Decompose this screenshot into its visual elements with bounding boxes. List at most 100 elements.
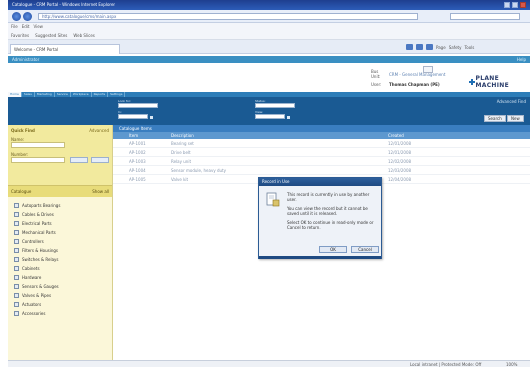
folder-icon bbox=[14, 221, 19, 226]
table-row[interactable]: AP-1003 Relay unit 12/02/2008 bbox=[113, 157, 530, 166]
feeds-icon[interactable] bbox=[416, 44, 423, 50]
list-item[interactable]: Filters & Housings bbox=[14, 246, 106, 255]
folder-icon bbox=[14, 266, 19, 271]
quick-find-title: Quick Find bbox=[11, 128, 35, 133]
bu-label: Bus Unit: bbox=[371, 69, 381, 79]
back-icon[interactable] bbox=[12, 12, 21, 21]
ok-button[interactable]: OK bbox=[319, 246, 347, 253]
page-menu[interactable]: Page bbox=[436, 45, 446, 50]
url-input[interactable]: http://www.catalogue/cms/main.aspx bbox=[38, 13, 418, 20]
table-row[interactable]: AP-1002 Drive belt 12/01/2008 bbox=[113, 148, 530, 157]
dialog-title: Record in Use bbox=[259, 178, 381, 186]
status-bar: Local intranet | Protected Mode: Off 100… bbox=[8, 360, 530, 367]
browser-tab[interactable]: Welcome - CRM Portal bbox=[10, 44, 120, 54]
app-header: Bus Unit: CRM - General Management User:… bbox=[8, 63, 530, 92]
catalogue-section-header[interactable]: Catalogue Show all bbox=[8, 185, 112, 197]
tools-menu[interactable]: Tools bbox=[464, 45, 474, 50]
context-lookup-button[interactable] bbox=[423, 66, 433, 73]
catalogue-section-title: Catalogue bbox=[11, 189, 32, 194]
list-item[interactable]: Accessories bbox=[14, 309, 106, 318]
list-item[interactable]: Hardware bbox=[14, 273, 106, 282]
logo: PLANE MACHINE bbox=[469, 75, 530, 89]
logo-text: PLANE MACHINE bbox=[475, 75, 509, 89]
dialog-footer bbox=[259, 256, 381, 259]
look-for-input[interactable] bbox=[118, 103, 158, 108]
list-item[interactable]: Electrical Parts bbox=[14, 219, 106, 228]
column-header-description[interactable]: Description bbox=[171, 133, 194, 138]
window-controls bbox=[504, 2, 526, 8]
security-zone: Local intranet | Protected Mode: Off bbox=[410, 362, 482, 367]
status-input[interactable] bbox=[255, 103, 295, 108]
safety-menu[interactable]: Safety bbox=[449, 45, 462, 50]
number-input[interactable] bbox=[11, 157, 65, 163]
folder-icon bbox=[14, 203, 19, 208]
command-bar: Page Safety Tools bbox=[406, 44, 474, 50]
browser-tab-bar: Welcome - CRM Portal Page Safety Tools bbox=[8, 40, 530, 54]
menu-bar: File Edit View bbox=[8, 23, 530, 31]
show-all-link[interactable]: Show all bbox=[92, 189, 109, 194]
menu-file[interactable]: File bbox=[11, 23, 18, 31]
user-value: Thomas Chapman (PE) bbox=[389, 82, 440, 87]
table-row[interactable]: AP-1004 Sensor module, heavy duty 12/03/… bbox=[113, 166, 530, 175]
zoom-level[interactable]: 100% bbox=[506, 362, 517, 367]
forward-icon[interactable] bbox=[23, 12, 32, 21]
search-button[interactable]: Search bbox=[484, 115, 506, 122]
help-link[interactable]: Help bbox=[517, 56, 526, 63]
folder-icon bbox=[14, 230, 19, 235]
list-item[interactable]: Sensors & Gauges bbox=[14, 282, 106, 291]
column-header-created[interactable]: Created bbox=[388, 133, 404, 138]
advanced-link[interactable]: Advanced bbox=[89, 128, 109, 133]
list-item[interactable]: Valves & Pipes bbox=[14, 291, 106, 300]
new-button[interactable]: New bbox=[507, 115, 524, 122]
list-item[interactable]: Controllers bbox=[14, 237, 106, 246]
favorites-link[interactable]: Favorites bbox=[11, 31, 29, 39]
record-dialog: Record in Use This record is currently i… bbox=[258, 177, 382, 259]
suggested-sites-link[interactable]: Suggested Sites bbox=[35, 31, 67, 39]
list-item[interactable]: Switches & Relays bbox=[14, 255, 106, 264]
dialog-paragraph: Select OK to continue in read-only mode … bbox=[287, 220, 374, 230]
menu-view[interactable]: View bbox=[33, 23, 43, 31]
print-icon[interactable] bbox=[426, 44, 433, 50]
dialog-paragraph: This record is currently in use by anoth… bbox=[287, 192, 370, 202]
table-row[interactable]: AP-1001 Bearing set 12/01/2008 bbox=[113, 139, 530, 148]
minimize-icon[interactable] bbox=[504, 2, 510, 8]
user-label: User: bbox=[371, 82, 382, 87]
list-item[interactable]: Actuators bbox=[14, 300, 106, 309]
cross-logo-icon bbox=[469, 79, 475, 85]
list-item[interactable]: Mechanical Parts bbox=[14, 228, 106, 237]
folder-icon bbox=[14, 311, 19, 316]
list-item[interactable]: Autoparts Bearings bbox=[14, 201, 106, 210]
list-item[interactable]: Cabinets bbox=[14, 264, 106, 273]
grid-column-headers: Item Description Created bbox=[113, 132, 530, 139]
folder-icon bbox=[14, 284, 19, 289]
bu-value[interactable]: CRM - General Management bbox=[389, 72, 445, 77]
browser-title: Catalogue - CRM Portal - Windows Interne… bbox=[12, 2, 116, 7]
in-select[interactable] bbox=[118, 114, 153, 119]
context-panel: Bus Unit: CRM - General Management User:… bbox=[371, 69, 455, 89]
home-icon[interactable] bbox=[406, 44, 413, 50]
web-slices-link[interactable]: Web Slices bbox=[73, 31, 95, 39]
view-select[interactable] bbox=[255, 114, 290, 119]
folder-icon bbox=[14, 248, 19, 253]
close-icon[interactable] bbox=[520, 2, 526, 8]
dialog-paragraph: You can view the record but it cannot be… bbox=[287, 206, 368, 216]
list-item[interactable]: Cables & Drives bbox=[14, 210, 106, 219]
name-input[interactable] bbox=[11, 142, 65, 148]
left-panel: Quick Find Advanced Name: Number: Catalo… bbox=[8, 125, 113, 360]
advanced-find-link[interactable]: Advanced Find bbox=[497, 99, 526, 104]
menu-edit[interactable]: Edit bbox=[22, 23, 30, 31]
app-strip: Administrator Help bbox=[8, 56, 530, 63]
browser-title-bar: Catalogue - CRM Portal - Windows Interne… bbox=[8, 0, 530, 10]
quick-find-section: Quick Find Advanced Name: Number: bbox=[8, 125, 112, 185]
folder-icon bbox=[14, 257, 19, 262]
cancel-button[interactable]: Cancel bbox=[351, 246, 379, 253]
go-button[interactable] bbox=[70, 157, 88, 163]
maximize-icon[interactable] bbox=[512, 2, 518, 8]
column-header-item[interactable]: Item bbox=[129, 133, 138, 138]
favorites-bar: Favorites Suggested Sites Web Slices bbox=[8, 31, 530, 40]
folder-icon bbox=[14, 212, 19, 217]
app-strip-title: Administrator bbox=[12, 57, 40, 62]
dialog-message: This record is currently in use by anoth… bbox=[287, 192, 377, 234]
clear-button[interactable] bbox=[91, 157, 109, 163]
browser-search-input[interactable] bbox=[450, 13, 520, 20]
